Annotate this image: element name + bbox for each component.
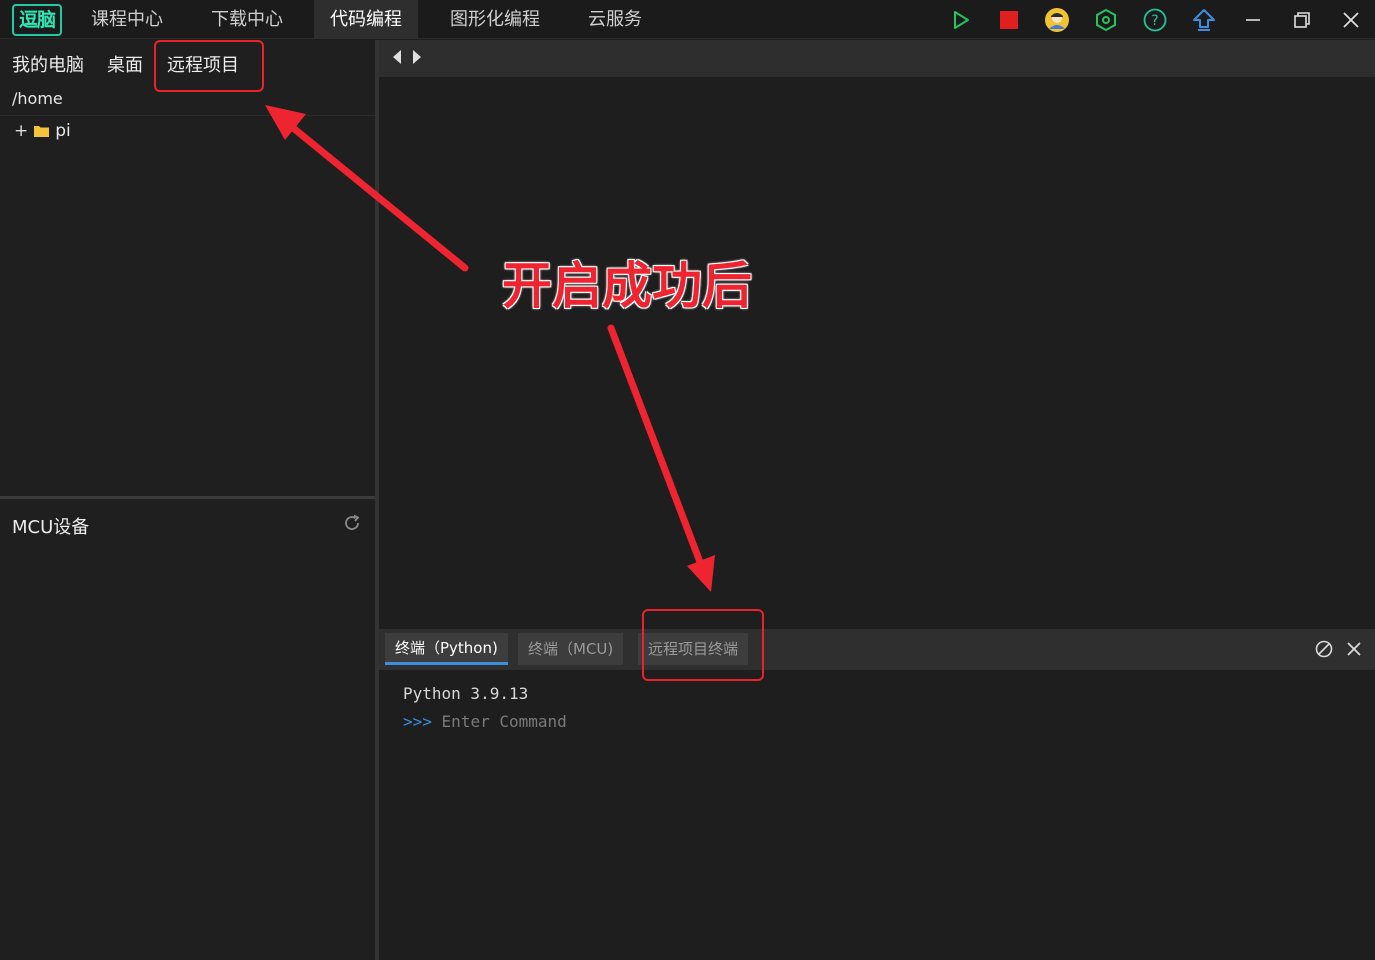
upload-icon[interactable] — [1190, 6, 1218, 34]
editor-tab-bar — [379, 40, 1375, 77]
annotation-label: 开启成功后 — [502, 257, 752, 315]
app-logo: 逗脑 — [12, 4, 62, 36]
terminal-close-icon[interactable] — [1346, 641, 1362, 657]
command-placeholder[interactable]: Enter Command — [442, 712, 567, 731]
highlight-remote-terminal-tab — [642, 609, 764, 681]
code-editor-area[interactable] — [379, 77, 1375, 629]
file-explorer-panel: 我的电脑 桌面 远程项目 /home + pi MCU设备 — [0, 40, 375, 960]
settings-hex-icon[interactable] — [1092, 6, 1120, 34]
tree-item-folder[interactable]: + pi — [14, 120, 71, 142]
title-bar: 逗脑 课程中心 下载中心 代码编程 图形化编程 云服务 ? — [0, 0, 1375, 39]
nav-left-icon[interactable] — [391, 49, 403, 65]
nav-tab-cloud-service[interactable]: 云服务 — [572, 0, 658, 39]
tab-my-computer[interactable]: 我的电脑 — [12, 51, 84, 77]
nav-tab-graphical-programming[interactable]: 图形化编程 — [434, 0, 556, 39]
prompt-symbol: >>> — [403, 712, 432, 731]
stop-icon[interactable] — [995, 6, 1023, 34]
close-icon[interactable] — [1337, 6, 1365, 34]
clear-icon[interactable] — [1315, 640, 1333, 658]
nav-tab-download-center[interactable]: 下载中心 — [195, 0, 299, 39]
nav-right-icon[interactable] — [411, 49, 423, 65]
terminal-tab-bar: 终端（Python) 终端（MCU) 远程项目终端 — [379, 629, 1375, 670]
tab-terminal-mcu[interactable]: 终端（MCU) — [518, 633, 624, 665]
restore-icon[interactable] — [1288, 6, 1316, 34]
panel-divider[interactable] — [0, 496, 375, 499]
highlight-remote-project-tab — [154, 40, 264, 92]
terminal-output[interactable]: Python 3.9.13 >>> Enter Command — [379, 670, 1375, 960]
tree-item-label: pi — [55, 121, 71, 141]
divider — [0, 115, 375, 116]
tab-desktop[interactable]: 桌面 — [107, 51, 143, 77]
nav-tab-course-center[interactable]: 课程中心 — [75, 0, 179, 39]
svg-text:?: ? — [1151, 13, 1158, 29]
run-icon[interactable] — [947, 6, 975, 34]
refresh-icon[interactable] — [342, 513, 362, 533]
current-path: /home — [12, 89, 63, 108]
expand-icon[interactable]: + — [14, 121, 28, 141]
tab-terminal-python[interactable]: 终端（Python) — [385, 633, 508, 665]
python-version-line: Python 3.9.13 — [403, 684, 529, 703]
nav-tab-code-programming[interactable]: 代码编程 — [314, 0, 418, 39]
mcu-section-title: MCU设备 — [12, 517, 90, 538]
folder-icon — [34, 126, 50, 137]
user-avatar-icon[interactable] — [1043, 6, 1071, 34]
command-input-line[interactable]: >>> Enter Command — [403, 712, 567, 731]
minimize-icon[interactable] — [1239, 6, 1267, 34]
help-icon[interactable]: ? — [1141, 6, 1169, 34]
